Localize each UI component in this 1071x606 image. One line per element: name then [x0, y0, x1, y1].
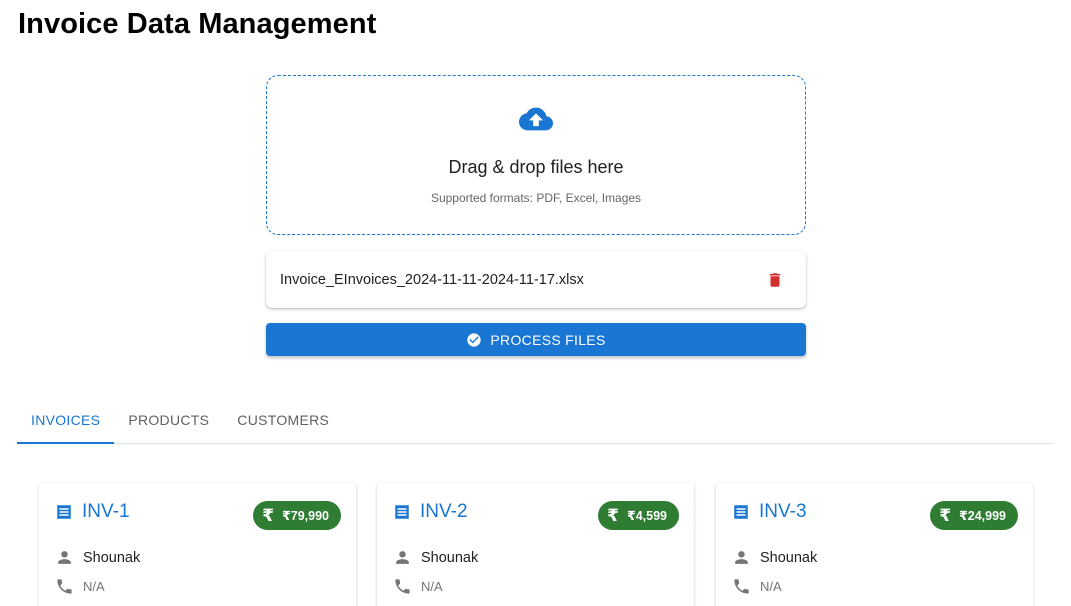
tab-products[interactable]: PRODUCTS — [114, 396, 223, 443]
phone-value: N/A — [421, 579, 443, 594]
delete-file-button[interactable] — [764, 269, 786, 291]
process-files-label: PROCESS FILES — [490, 331, 606, 348]
tab-customers[interactable]: CUSTOMERS — [223, 396, 343, 443]
phone-row: N/A — [55, 577, 105, 596]
check-circle-icon — [467, 332, 482, 347]
receipt-icon — [395, 505, 409, 519]
amount-chip: ₹ ₹4,599 — [598, 501, 679, 530]
amount-chip: ₹ ₹24,999 — [930, 501, 1018, 530]
invoice-id: INV-2 — [420, 501, 468, 522]
amount-chip: ₹ ₹79,990 — [253, 501, 341, 530]
dropzone-title: Drag & drop files here — [448, 157, 624, 177]
receipt-icon — [734, 505, 748, 519]
phone-icon — [395, 579, 410, 594]
phone-row: N/A — [732, 577, 782, 596]
phone-icon — [734, 579, 749, 594]
cloud-upload-icon — [519, 107, 553, 131]
dropzone-subtitle: Supported formats: PDF, Excel, Images — [430, 191, 642, 205]
app-root: Invoice Data Management Drag & drop file… — [0, 0, 1071, 606]
phone-icon — [57, 579, 72, 594]
invoice-card[interactable]: INV-3 ₹ ₹24,999 Shounak N/A — [716, 483, 1033, 606]
customer-row: Shounak — [393, 548, 478, 567]
customer-row: Shounak — [55, 548, 140, 567]
person-icon — [735, 551, 748, 564]
invoice-card[interactable]: INV-2 ₹ ₹4,599 Shounak N/A — [377, 483, 694, 606]
file-dropzone[interactable]: Drag & drop files here Supported formats… — [266, 75, 806, 235]
customer-name: Shounak — [421, 549, 479, 566]
invoice-card-list: INV-1 ₹ ₹79,990 Shounak N/A INV-2 ₹ ₹4,5… — [0, 483, 1071, 606]
receipt-icon — [57, 505, 71, 519]
person-icon — [396, 551, 409, 564]
customer-row: Shounak — [732, 548, 817, 567]
invoice-amount: ₹4,599 — [627, 509, 667, 523]
customer-name: Shounak — [83, 549, 141, 566]
file-name: Invoice_EInvoices_2024-11-11-2024-11-17.… — [280, 271, 584, 288]
tab-bar: INVOICES PRODUCTS CUSTOMERS — [17, 396, 1054, 444]
process-files-button[interactable]: PROCESS FILES — [266, 323, 806, 356]
invoice-header: INV-2 — [393, 501, 468, 523]
rupee-icon: ₹ — [607, 506, 620, 525]
invoice-id: INV-1 — [82, 501, 130, 522]
customer-name: Shounak — [760, 549, 818, 566]
invoice-header: INV-3 — [732, 501, 807, 523]
phone-value: N/A — [83, 579, 105, 594]
uploaded-file-item: Invoice_EInvoices_2024-11-11-2024-11-17.… — [266, 251, 806, 308]
person-icon — [58, 551, 71, 564]
rupee-icon: ₹ — [262, 506, 275, 525]
invoice-header: INV-1 — [55, 501, 130, 523]
rupee-icon: ₹ — [939, 506, 952, 525]
invoice-amount: ₹79,990 — [282, 509, 329, 523]
trash-icon — [769, 272, 781, 287]
invoice-id: INV-3 — [759, 501, 807, 522]
invoice-amount: ₹24,999 — [959, 509, 1006, 523]
page-title: Invoice Data Management — [18, 8, 377, 40]
phone-value: N/A — [760, 579, 782, 594]
tab-invoices[interactable]: INVOICES — [17, 396, 115, 444]
invoice-card[interactable]: INV-1 ₹ ₹79,990 Shounak N/A — [39, 483, 356, 606]
phone-row: N/A — [393, 577, 443, 596]
